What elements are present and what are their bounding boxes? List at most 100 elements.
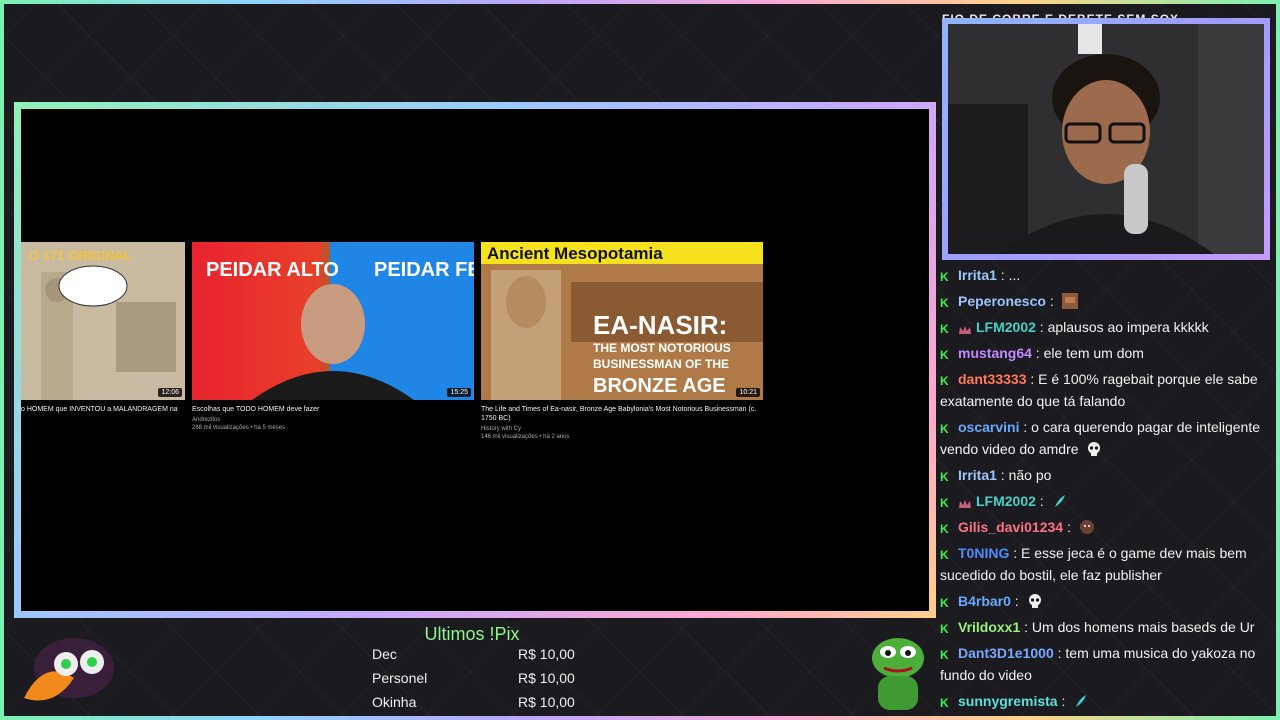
chat-text: : [1045, 293, 1058, 309]
chat-username[interactable]: LFM2002 [976, 493, 1036, 509]
video-duration: 10:21 [736, 388, 760, 397]
twitch-badge-icon: K [940, 470, 949, 484]
chat-username[interactable]: Irrita1 [958, 467, 997, 483]
chat-text: : aplausos ao impera kkkkk [1035, 319, 1209, 335]
webcam-feed [948, 24, 1264, 254]
chat-message: Koscarvini : o cara querendo pagar de in… [940, 416, 1276, 460]
chat-message: K Irrita1 : não po [940, 464, 1276, 486]
chat-username[interactable]: oscarvini [958, 419, 1019, 435]
video-title[interactable]: o HOMEM que INVENTOU a MALANDRAGEM na [21, 405, 185, 414]
pix-title: Ultimos !Pix [424, 624, 520, 644]
chat-message: Ksunnygremista : [940, 690, 1276, 712]
streamer-icon [948, 24, 1264, 254]
video-thumbnail[interactable]: O 171 ORIGINAL 12:06 [21, 242, 185, 400]
thumbnail-art-icon: PEIDAR ALTO PEIDAR FEDIDO [192, 242, 474, 400]
twitch-badge-icon: K [940, 622, 949, 636]
pix-amount: R$ 10,00 [518, 646, 575, 662]
chat-text: : ele tem um dom [1031, 345, 1144, 361]
video-player[interactable]: O 171 ORIGINAL 12:06 o HOMEM que INVENTO… [21, 109, 929, 611]
frog-mascot-icon [872, 638, 924, 710]
thumb-banner: Ancient Mesopotamia [487, 244, 663, 263]
chat-message: K Vrildoxx1 : Um dos homens mais baseds d… [940, 616, 1276, 638]
pix-row: Dec R$ 10,00 [372, 646, 582, 662]
thumb-heading: O 171 ORIGINAL [29, 248, 132, 263]
webcam-frame [942, 18, 1270, 260]
feather-emote-icon [1048, 493, 1068, 509]
chat-username[interactable]: Gilis_davi01234 [958, 519, 1063, 535]
thumb-right-text: PEIDAR FEDIDO [374, 259, 474, 281]
chat-text: : [1057, 693, 1070, 709]
twitch-badge-icon: K [940, 548, 949, 562]
chat-message: K Peperonesco : [940, 290, 1276, 312]
chat-message: K Dant3D1e1000 : tem uma musica do yakoza… [940, 642, 1276, 686]
thumb-left-text: PEIDAR ALTO [206, 259, 339, 281]
thumb-big-3: BUSINESSMAN OF THE [593, 357, 729, 371]
video-meta: 146 mil visualizações • há 2 anos [481, 434, 570, 440]
chat-message: K T0NING : E esse jeca é o game dev mais … [940, 542, 1276, 586]
video-title[interactable]: The Life and Times of Ea-nasir, Bronze A… [481, 405, 763, 423]
pix-row: Okinha R$ 10,00 [372, 694, 582, 710]
video-title[interactable]: Escolhas que TODO HOMEM deve fazer [192, 405, 474, 414]
chat-message: Kdant33333 : E é 100% ragebait porque el… [940, 368, 1276, 412]
pix-amount: R$ 10,00 [518, 670, 575, 686]
crown-badge-icon [959, 500, 971, 508]
chat-username[interactable]: sunnygremista [958, 693, 1058, 709]
thumbnail-art-icon: Ancient Mesopotamia EA-NASIR: THE MOST N… [481, 242, 763, 400]
chat-username[interactable]: Vrildoxx1 [958, 619, 1020, 635]
chat-username[interactable]: Irrita1 [958, 267, 997, 283]
chat-message: Kmustang64 : ele tem um dom [940, 342, 1276, 364]
twitch-badge-icon: K [940, 522, 949, 536]
chat-text: : [1035, 493, 1048, 509]
twitch-badge-icon: K [940, 374, 949, 388]
chat-text: : ... [996, 267, 1021, 283]
chat-text: : Um dos homens mais baseds de Ur [1020, 619, 1255, 635]
twitch-badge-icon: K [940, 322, 949, 336]
chat-username[interactable]: Peperonesco [958, 293, 1046, 309]
chat-username[interactable]: Dant3D1e1000 [958, 645, 1054, 661]
chat-panel: K Irrita1 : ... K Peperonesco : K LFM2002 : … [940, 264, 1276, 716]
pix-row: Personel R$ 10,00 [372, 670, 582, 686]
video-meta: 288 mil visualizações • há 5 meses [192, 425, 286, 431]
chat-text: : [1063, 519, 1075, 535]
video-card[interactable]: PEIDAR ALTO PEIDAR FEDIDO 15:25 Escolhas… [192, 242, 474, 432]
video-thumbnail[interactable]: PEIDAR ALTO PEIDAR FEDIDO 15:25 [192, 242, 474, 400]
chat-username[interactable]: mustang64 [958, 345, 1032, 361]
pix-name: Dec [372, 646, 397, 662]
chat-username[interactable]: T0NING [958, 545, 1009, 561]
chat-username[interactable]: LFM2002 [976, 319, 1036, 335]
thumb-big-1: EA-NASIR: [593, 310, 727, 340]
face-emote-icon [1075, 519, 1095, 535]
chat-username[interactable]: B4rbar0 [958, 593, 1011, 609]
video-channel[interactable]: Andrezitos [192, 416, 474, 424]
chat-message: K B4rbar0 : [940, 590, 1276, 612]
crown-badge-icon [959, 326, 971, 334]
video-channel[interactable]: History with Cy [481, 425, 763, 433]
video-thumbnail[interactable]: Ancient Mesopotamia EA-NASIR: THE MOST N… [481, 242, 763, 400]
twitch-badge-icon: K [940, 296, 949, 310]
thumb-big-2: THE MOST NOTORIOUS [593, 341, 731, 355]
thumbnail-art-icon: O 171 ORIGINAL [21, 242, 185, 400]
twitch-badge-icon: K [940, 496, 949, 510]
video-frame: O 171 ORIGINAL 12:06 o HOMEM que INVENTO… [14, 102, 936, 618]
twitch-badge-icon: K [940, 648, 949, 662]
chat-username[interactable]: dant33333 [958, 371, 1026, 387]
pix-name: Personel [372, 670, 428, 686]
chat-text: : [1010, 593, 1023, 609]
feather-emote-icon [1069, 693, 1089, 709]
chat-message: K LFM2002 : aplausos ao impera kkkkk [940, 316, 1276, 338]
chat-message: K Gilis_davi01234 : [940, 516, 1276, 538]
skull-emote-icon [1082, 441, 1102, 457]
chat-message: K Irrita1 : ... [940, 264, 1276, 286]
twitch-badge-icon: K [940, 422, 949, 436]
chat-text: : não po [996, 467, 1052, 483]
video-duration: 15:25 [447, 388, 471, 397]
img-emote-icon [1058, 293, 1078, 309]
twitch-badge-icon: K [940, 596, 949, 610]
mascot-left-icon [24, 638, 114, 701]
video-card[interactable]: Ancient Mesopotamia EA-NASIR: THE MOST N… [481, 242, 763, 441]
video-duration: 12:06 [158, 388, 182, 397]
thumb-big-4: BRONZE AGE [593, 375, 726, 397]
pix-name: Okinha [372, 694, 417, 710]
twitch-badge-icon: K [940, 696, 949, 710]
video-card[interactable]: O 171 ORIGINAL 12:06 o HOMEM que INVENTO… [21, 242, 185, 414]
